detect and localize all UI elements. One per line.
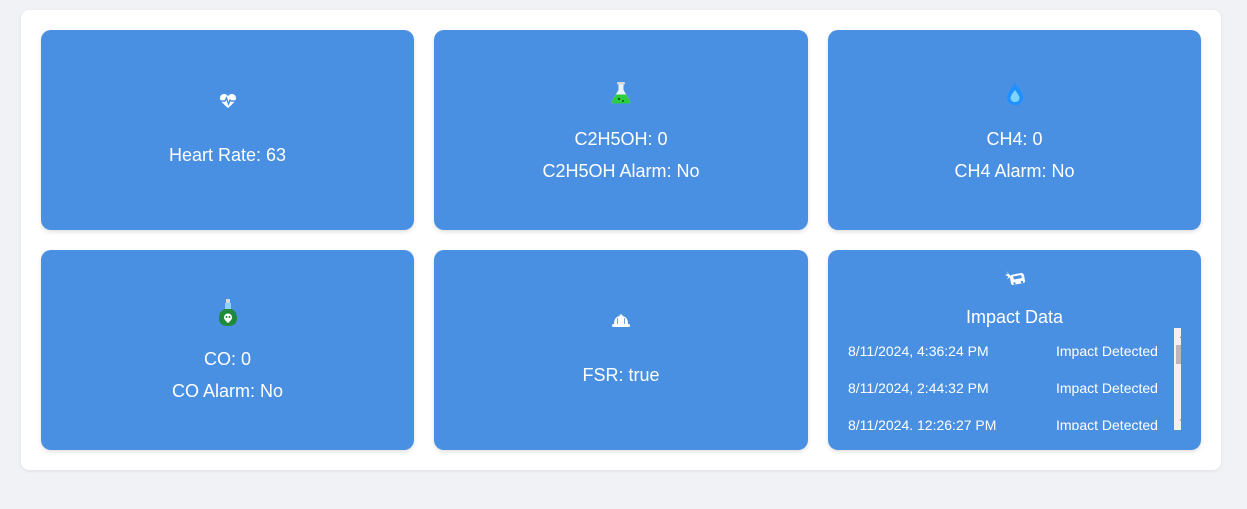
co-alarm: CO Alarm: No xyxy=(171,381,284,401)
c2h5oh-card: C2H5OH: 0 C2H5OH Alarm: No xyxy=(434,30,808,230)
impact-scrollbar[interactable]: ▲ ▼ xyxy=(1174,328,1181,430)
impact-row: 8/11/2024, 2:44:32 PM Impact Detected xyxy=(848,378,1168,398)
poison-bottle-icon xyxy=(41,298,414,328)
impact-title: Impact Data xyxy=(965,307,1064,327)
c2h5oh-alarm: C2H5OH Alarm: No xyxy=(542,161,700,181)
scroll-thumb[interactable] xyxy=(1176,345,1181,364)
ch4-alarm: CH4 Alarm: No xyxy=(954,161,1075,181)
heart-pulse-icon xyxy=(41,93,414,109)
droplet-icon xyxy=(828,82,1201,106)
car-crash-icon xyxy=(828,269,1201,287)
ch4-card: CH4: 0 CH4 Alarm: No xyxy=(828,30,1201,230)
impact-time: 8/11/2024, 2:44:32 PM xyxy=(848,380,989,396)
c2h5oh-value: C2H5OH: 0 xyxy=(574,129,668,149)
heart-rate-label: Heart Rate: 63 xyxy=(168,145,287,165)
impact-row: 8/11/2024, 12:26:27 PM Impact Detected xyxy=(848,415,1168,430)
ch4-value: CH4: 0 xyxy=(986,129,1043,149)
fsr-label: FSR: true xyxy=(582,365,660,385)
impact-row: 8/11/2024, 4:36:24 PM Impact Detected xyxy=(848,341,1168,361)
impact-status: Impact Detected xyxy=(1056,343,1158,359)
impact-status: Impact Detected xyxy=(1056,380,1158,396)
flask-icon xyxy=(434,81,808,105)
fsr-card: FSR: true xyxy=(434,250,808,450)
hard-hat-icon xyxy=(434,313,808,329)
heart-rate-card: Heart Rate: 63 xyxy=(41,30,414,230)
impact-time: 8/11/2024, 4:36:24 PM xyxy=(848,343,989,359)
impact-status: Impact Detected xyxy=(1056,417,1158,430)
scroll-up-arrow-icon[interactable]: ▲ xyxy=(1174,328,1181,344)
co-card: CO: 0 CO Alarm: No xyxy=(41,250,414,450)
co-value: CO: 0 xyxy=(203,349,251,369)
impact-card: Impact Data 8/11/2024, 4:36:24 PM Impact… xyxy=(828,250,1201,450)
scroll-down-arrow-icon[interactable]: ▼ xyxy=(1174,414,1181,430)
impact-list[interactable]: 8/11/2024, 4:36:24 PM Impact Detected 8/… xyxy=(838,328,1181,430)
impact-time: 8/11/2024, 12:26:27 PM xyxy=(848,417,997,430)
